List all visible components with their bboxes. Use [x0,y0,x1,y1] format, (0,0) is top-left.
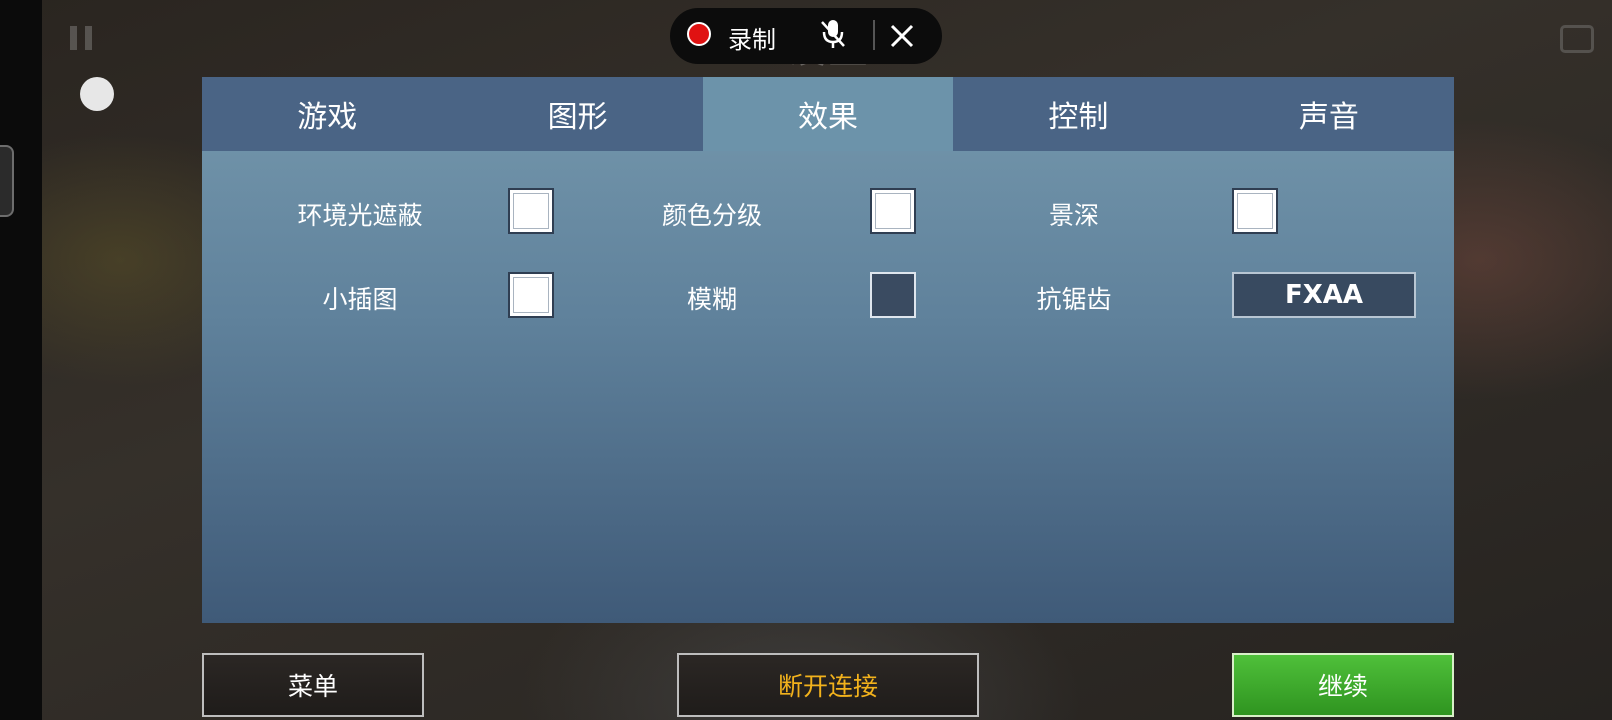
minimap-checkbox[interactable] [508,272,554,318]
ambient-occlusion-checkbox[interactable] [508,188,554,234]
settings-panel: 游戏 图形 效果 控制 声音 环境光遮蔽 颜色分级 景深 小插图 模糊 抗锯齿 … [202,77,1454,623]
color-grading-checkbox[interactable] [870,188,916,234]
tab-controls[interactable]: 控制 [953,77,1203,151]
anti-aliasing-label: 抗锯齿 [1036,285,1112,314]
anti-aliasing-select[interactable]: FXAA [1232,272,1416,318]
close-icon[interactable] [884,18,920,54]
recorder-divider [873,20,875,50]
record-indicator-icon[interactable] [687,22,711,46]
mic-muted-icon[interactable] [818,18,848,50]
settings-tabs: 游戏 图形 效果 控制 声音 [202,77,1454,151]
color-grading-label: 颜色分级 [661,201,762,230]
camera-icon [1560,25,1594,53]
continue-button[interactable]: 继续 [1232,653,1454,717]
side-handle[interactable] [0,145,14,217]
pause-icon [70,26,92,50]
blur-label: 模糊 [686,285,737,314]
record-label[interactable]: 录制 [728,20,776,55]
ambient-occlusion-label: 环境光遮蔽 [297,201,423,230]
tab-game[interactable]: 游戏 [202,77,452,151]
disconnect-button[interactable]: 断开连接 [677,653,979,717]
tab-sound[interactable]: 声音 [1204,77,1454,151]
minimap-label: 小插图 [322,285,398,314]
tab-effects[interactable]: 效果 [702,77,954,151]
blur-checkbox[interactable] [870,272,916,318]
screen-edge [0,0,42,720]
depth-of-field-label: 景深 [1048,201,1099,230]
menu-button[interactable]: 菜单 [202,653,424,717]
tab-graphics[interactable]: 图形 [452,77,702,151]
floating-assist-dot[interactable] [80,77,114,111]
depth-of-field-checkbox[interactable] [1232,188,1278,234]
